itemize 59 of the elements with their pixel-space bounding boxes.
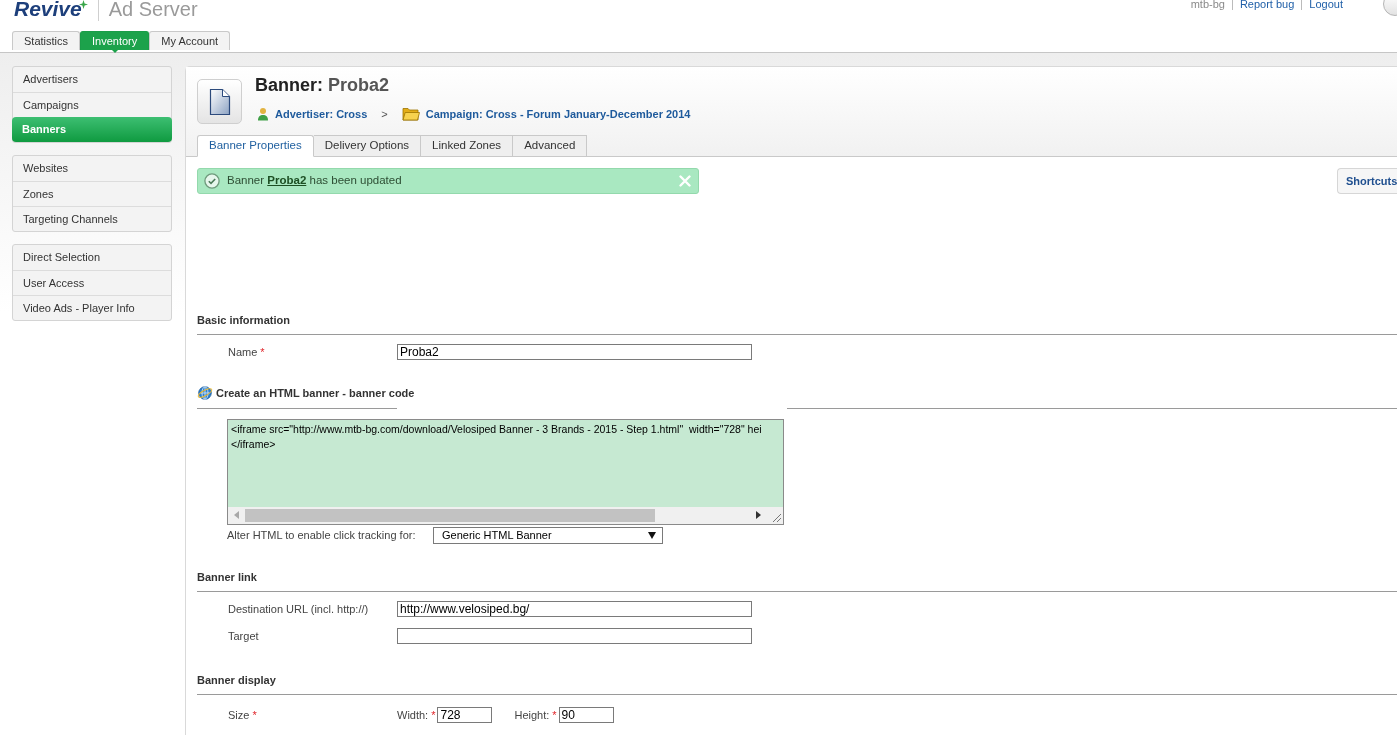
required-mark: * (260, 345, 265, 360)
close-icon[interactable] (679, 175, 691, 187)
scroll-left-icon[interactable] (234, 511, 239, 519)
field-label: Size (228, 707, 250, 723)
section-title: Banner link (197, 569, 257, 584)
section-title: Banner display (197, 672, 276, 687)
tab[interactable]: Advanced (513, 135, 588, 157)
sidebar-item[interactable]: Targeting Channels (13, 206, 171, 231)
field-label: Destination URL (incl. http://) (228, 601, 369, 617)
section-title: Create an HTML banner - banner code (216, 385, 415, 400)
folder-icon (401, 107, 420, 121)
sidebar-item[interactable]: User Access (13, 270, 171, 295)
tab[interactable]: Delivery Options (313, 135, 422, 157)
field-label: Alter HTML to enable click tracking for: (227, 527, 417, 543)
field-label: Target (228, 629, 259, 644)
horizontal-scrollbar[interactable] (228, 506, 767, 524)
shortcuts-button[interactable]: Shortcuts (1337, 168, 1397, 194)
success-message: Banner Proba2 has been updated (227, 173, 402, 189)
logo-text: Revive (14, 0, 82, 22)
sidebar-item[interactable]: Websites (13, 156, 171, 181)
header-link[interactable]: Report bug (1239, 0, 1295, 10)
text-input[interactable] (397, 628, 752, 645)
breadcrumb-link[interactable]: Advertiser: Cross (275, 105, 368, 123)
required-mark: * (252, 707, 257, 723)
check-circle-icon (204, 173, 220, 189)
globe-icon (197, 384, 213, 401)
field-label: Height: (514, 707, 550, 723)
header-link[interactable]: Logout (1309, 0, 1343, 10)
required-mark: * (431, 707, 436, 723)
product-name: Ad Server (108, 0, 198, 22)
sidebar-item[interactable]: Advertisers (13, 67, 171, 92)
required-mark: * (552, 707, 557, 723)
sidebar-item[interactable]: Video Ads - Player Info (13, 295, 171, 320)
code-field[interactable]: <iframe src="http://www.mtb-bg.com/download/Velosiped Banner - 3 Brands - 2015 - Step 1.html" width="728" hei </iframe> (227, 418, 784, 525)
text-input[interactable]: 728 (437, 706, 493, 723)
breadcrumb-separator: > (381, 106, 388, 122)
sidebar-item[interactable]: Direct Selection (13, 245, 171, 270)
scrollbar-thumb[interactable] (245, 508, 655, 522)
text-input[interactable]: http://www.velosiped.bg/ (397, 600, 752, 617)
caret-down-icon (648, 531, 656, 539)
breadcrumb-link[interactable]: Campaign: Cross - Forum January-December 2014 (425, 105, 691, 123)
text-input[interactable]: 90 (558, 706, 614, 723)
tracking-select[interactable]: Generic HTML Banner (433, 526, 663, 544)
tab[interactable]: Banner Properties (197, 135, 314, 157)
banner-link[interactable]: Proba2 (267, 174, 307, 187)
user-name: mtb-bg (1190, 0, 1225, 10)
sidebar-item[interactable]: Zones (13, 181, 171, 206)
resize-grip-icon[interactable] (771, 511, 781, 522)
text-input[interactable]: Proba2 (397, 344, 752, 361)
scroll-right-icon[interactable] (756, 511, 761, 519)
main-tab[interactable]: My Account (149, 31, 231, 51)
banner-icon (197, 79, 242, 124)
field-label: Width: (397, 707, 429, 723)
section-title: Basic information (197, 313, 290, 327)
user-icon (257, 107, 269, 121)
tab[interactable]: Linked Zones (421, 135, 514, 157)
page-title: Banner: Proba2 (255, 74, 391, 96)
field-label: Name (228, 345, 258, 360)
main-tab[interactable]: Statistics (12, 31, 80, 51)
